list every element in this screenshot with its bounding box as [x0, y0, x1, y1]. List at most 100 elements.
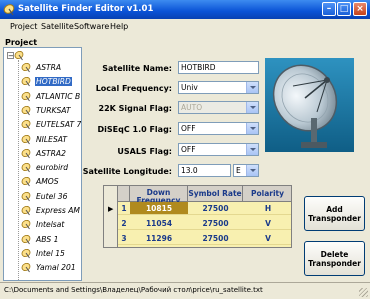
chevron-down-icon[interactable]	[246, 123, 258, 134]
diseqc-flag-select[interactable]: OFF	[178, 122, 259, 135]
local-frequency-value: Univ	[181, 83, 198, 92]
cell-index[interactable]: 1	[118, 202, 130, 215]
tree-item-satellite[interactable]: HOTBIRD	[21, 76, 81, 88]
satellite-dish-image	[265, 58, 354, 152]
tree-item-label: HOTBIRD	[35, 77, 72, 87]
tree-item-satellite[interactable]: Yamal 201	[21, 262, 81, 274]
close-button[interactable]: ×	[353, 2, 367, 16]
tree-item-label: Express AM	[36, 206, 80, 215]
satellite-dish-icon	[14, 50, 25, 61]
row-indicator-column	[104, 186, 118, 247]
signal-flag-label: 22K Signal Flag:	[98, 104, 173, 113]
satellite-dish-icon	[21, 234, 32, 245]
cell-symbol-rate[interactable]: 27500	[188, 202, 243, 215]
satellite-dish-icon	[21, 262, 32, 273]
cell-down-frequency[interactable]: 11054	[130, 217, 188, 230]
tree-root[interactable]	[14, 50, 74, 62]
cell-index[interactable]: 2	[118, 217, 130, 230]
menu-project[interactable]: Project	[10, 22, 37, 31]
tree-item-satellite[interactable]: AMOS	[21, 176, 81, 188]
delete-transponder-label: Delete Transponder	[308, 249, 361, 268]
cell-polarity[interactable]: H	[243, 202, 291, 215]
cell-symbol-rate[interactable]: 27500	[188, 217, 243, 230]
tree-item-label: ASTRA	[36, 63, 62, 72]
tree-item-satellite[interactable]: Express AM	[21, 205, 81, 217]
menu-bar: Project Satellite Software Help	[0, 19, 370, 35]
tree-item-label: Yamal 201	[36, 263, 76, 273]
tree-item-satellite[interactable]: NILESAT	[21, 134, 81, 146]
diseqc-flag-label: DiSEqC 1.0 Flag:	[97, 125, 172, 134]
signal-flag-value: AUTO	[181, 103, 203, 112]
cell-down-frequency[interactable]: 10815	[130, 202, 188, 215]
satellite-name-label: Satellite Name:	[102, 64, 172, 73]
resize-grip[interactable]	[359, 288, 368, 297]
cell-polarity[interactable]: V	[243, 217, 291, 230]
tree-item-label: ATLANTIC B	[36, 91, 81, 101]
title-bar: Satellite Finder Editor v1.01 – □ ×	[0, 0, 370, 19]
satellite-dish-icon	[21, 119, 32, 130]
tree-item-label: AMOS	[36, 177, 59, 187]
satellite-dish-icon	[21, 62, 32, 73]
current-row-indicator-icon: ▶	[108, 205, 114, 213]
tree-item-label: eurobird	[36, 163, 69, 173]
menu-help[interactable]: Help	[110, 22, 128, 31]
tree-item-satellite[interactable]: ATLANTIC B	[21, 91, 81, 103]
tree-collapse-toggle[interactable]: −	[7, 52, 14, 60]
cell-index[interactable]: 3	[118, 232, 130, 245]
chevron-down-icon	[246, 102, 258, 113]
project-tree[interactable]: − ASTRA HOTBIRD ATLANTIC B TURKSAT EUTELSAT …	[3, 47, 82, 281]
tree-item-label: TURKSAT	[36, 105, 71, 115]
column-header-down-frequency[interactable]: Down Frequency	[130, 186, 188, 205]
satellite-name-input[interactable]: HOTBIRD	[178, 61, 259, 74]
menu-software[interactable]: Software	[74, 22, 109, 31]
cell-polarity[interactable]: V	[243, 232, 291, 245]
app-window: Satellite Finder Editor v1.01 – □ × Proj…	[0, 0, 370, 299]
tree-item-label: Intel 15	[36, 248, 65, 258]
tree-item-label: Eutel 36	[36, 191, 68, 201]
minimize-button[interactable]: –	[322, 2, 336, 16]
tree-item-satellite[interactable]: ASTRA2	[21, 148, 81, 160]
longitude-direction-select[interactable]: E	[233, 164, 259, 177]
index-column-header	[118, 186, 130, 202]
chevron-down-icon[interactable]	[246, 165, 258, 176]
menu-satellite[interactable]: Satellite	[41, 22, 74, 31]
transponder-table[interactable]: Down Frequency Symbol Rate Polarity ▶ 1 10…	[103, 185, 292, 248]
tree-connector	[18, 60, 19, 280]
satellite-longitude-input[interactable]: 13.0	[178, 164, 231, 177]
add-transponder-button[interactable]: Add Transponder	[304, 196, 365, 231]
satellite-dish-icon	[21, 176, 32, 187]
usals-flag-select[interactable]: OFF	[178, 143, 259, 156]
tree-item-label: ABS 1	[36, 234, 59, 244]
cell-down-frequency[interactable]: 11296	[130, 232, 188, 245]
usals-flag-label: USALS Flag:	[117, 147, 172, 156]
longitude-direction-value: E	[236, 166, 241, 175]
satellite-dish-icon	[21, 76, 32, 87]
maximize-button[interactable]: □	[337, 2, 351, 16]
satellite-dish-icon	[21, 162, 32, 173]
tree-item-satellite[interactable]: TURKSAT	[21, 105, 81, 117]
satellite-dish-icon	[21, 134, 32, 145]
satellite-dish-icon	[21, 191, 32, 202]
chevron-down-icon[interactable]	[246, 144, 258, 155]
signal-flag-select: AUTO	[178, 101, 259, 114]
chevron-down-icon[interactable]	[246, 82, 258, 93]
tree-item-satellite[interactable]: ABS 1	[21, 234, 81, 246]
local-frequency-select[interactable]: Univ	[178, 81, 259, 94]
usals-flag-value: OFF	[181, 145, 196, 154]
tree-item-satellite[interactable]: Eutel 36	[21, 191, 81, 203]
diseqc-flag-value: OFF	[181, 124, 196, 133]
tree-item-satellite[interactable]: Intel 15	[21, 248, 81, 260]
project-label: Project	[5, 38, 38, 47]
column-header-polarity[interactable]: Polarity	[243, 186, 291, 202]
tree-item-satellite[interactable]: EUTELSAT 7	[21, 119, 81, 131]
tree-item-satellite[interactable]: ASTRA	[21, 62, 81, 74]
satellite-dish-icon	[21, 219, 32, 230]
delete-transponder-button[interactable]: Delete Transponder	[304, 241, 365, 276]
tree-item-satellite[interactable]: eurobird	[21, 162, 81, 174]
cell-symbol-rate[interactable]: 27500	[188, 232, 243, 245]
satellite-dish-icon	[3, 4, 15, 16]
tree-item-satellite[interactable]: Intelsat	[21, 219, 81, 231]
column-header-symbol-rate[interactable]: Symbol Rate	[188, 186, 243, 202]
tree-item-label: EUTELSAT 7	[36, 120, 82, 130]
add-transponder-label: Add Transponder	[308, 204, 361, 223]
